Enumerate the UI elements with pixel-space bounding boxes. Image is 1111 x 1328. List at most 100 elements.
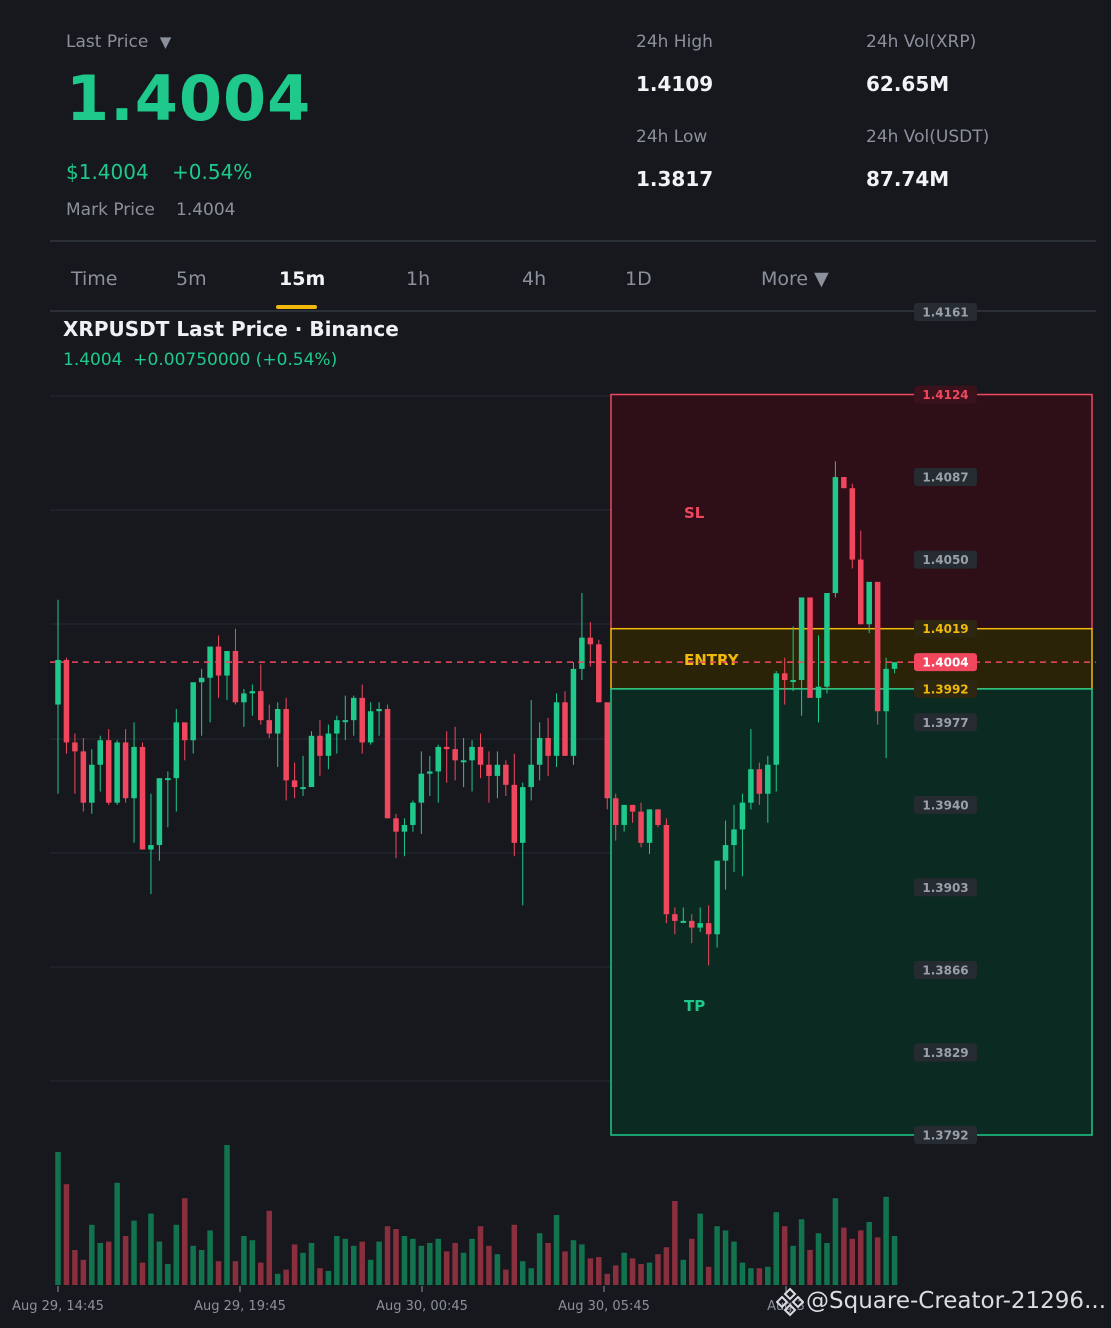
candle-body (832, 477, 839, 594)
candle-body (790, 680, 796, 683)
volume-bar (629, 1258, 636, 1285)
candle-body (334, 720, 340, 734)
candle-body (156, 778, 163, 846)
volume-bar (258, 1262, 264, 1285)
volume-bar (198, 1250, 205, 1285)
candle-body (300, 787, 306, 790)
volume-bar (122, 1236, 129, 1285)
x-tick-label: Aug 29, 19:45 (194, 1299, 286, 1314)
candle-body (858, 559, 864, 625)
candle-body (173, 722, 180, 779)
volume-bar (511, 1224, 518, 1285)
y-tick-label: 1.3903 (922, 881, 968, 895)
candle-body (528, 764, 534, 788)
volume-bar (604, 1273, 610, 1285)
volume-bar (351, 1245, 357, 1285)
candle-body (317, 735, 323, 756)
candle-body (714, 860, 720, 935)
candle-body (748, 769, 754, 803)
candle-body (503, 764, 509, 785)
volume-bar (570, 1240, 577, 1285)
candle-body (486, 764, 492, 776)
candle-body (367, 711, 374, 743)
candle-body (266, 720, 272, 734)
candle-body (63, 659, 70, 743)
entry-zone-label: ENTRY (684, 651, 740, 669)
y-tick-label: 1.3829 (922, 1046, 968, 1060)
volume-bar (689, 1238, 695, 1285)
candle-body (689, 920, 695, 928)
candle-body (655, 809, 661, 825)
volume-bar (207, 1230, 213, 1285)
candle-body (291, 780, 298, 788)
candle-body (536, 737, 543, 765)
volume-bar (72, 1250, 78, 1285)
volume-bar (849, 1238, 856, 1285)
y-tick-label: 1.3866 (922, 963, 968, 977)
volume-bar (545, 1243, 551, 1285)
candle-body (452, 749, 458, 761)
volume-bar (596, 1257, 602, 1285)
volume-bar (815, 1233, 822, 1285)
candle-body (190, 682, 196, 741)
volume-bar (80, 1259, 87, 1285)
volume-bar (646, 1262, 653, 1285)
volume-bar (536, 1233, 543, 1285)
candle-body (587, 637, 594, 645)
volume-bar (283, 1269, 289, 1285)
volume-bar (266, 1210, 272, 1285)
candle-body (672, 914, 678, 921)
volume-bar (655, 1254, 661, 1285)
candle-body (646, 809, 653, 843)
candle-body (182, 722, 188, 741)
candle-body (562, 702, 568, 756)
candle-body (232, 651, 239, 703)
candle-body (351, 697, 357, 721)
x-tick-label: Aug 30, 05:45 (558, 1299, 650, 1314)
candle-body (105, 740, 112, 803)
watermark-text: @Square-Creator-21296... (806, 1288, 1106, 1314)
candle-body (198, 677, 205, 683)
volume-bar (621, 1252, 627, 1285)
volume-bar (579, 1244, 585, 1285)
volume-bar (410, 1238, 416, 1285)
candle-body (122, 742, 129, 799)
candle-body (165, 778, 171, 781)
volume-bar (883, 1196, 889, 1285)
candle-body (621, 804, 627, 825)
candle-body (781, 673, 788, 681)
candle-body (891, 662, 898, 669)
candle-body (418, 773, 425, 803)
candle-body (359, 697, 365, 743)
volume-bar (765, 1266, 771, 1285)
volume-bar (173, 1224, 180, 1285)
volume-bar (274, 1273, 281, 1285)
volume-bar (756, 1268, 763, 1285)
volume-bar (105, 1241, 112, 1285)
volume-bar (334, 1236, 340, 1285)
candle-body (427, 771, 433, 774)
candle-body (579, 637, 585, 669)
volume-bar (401, 1236, 408, 1285)
candle-body (401, 824, 408, 832)
candle-body (342, 720, 349, 723)
volume-bar (131, 1220, 137, 1285)
candle-body (224, 651, 230, 676)
y-tick-label: 1.3792 (922, 1129, 968, 1143)
candle-body (477, 746, 484, 765)
volume-bar (705, 1266, 712, 1285)
volume-bar (435, 1238, 441, 1285)
candle-body (494, 764, 501, 776)
candle-body (520, 787, 526, 843)
volume-bar (798, 1219, 805, 1285)
candle-body (596, 644, 602, 703)
candlestick-chart[interactable]: SL ENTRY TP 1.4161 1.4087 1.4050 1.4019 1.4004 1… (0, 0, 1111, 1328)
volume-bar (553, 1215, 560, 1285)
volume-bar (97, 1243, 103, 1285)
volume-bar (663, 1247, 670, 1285)
candle-body (511, 784, 518, 843)
candle-body (874, 581, 881, 712)
volume-bar (376, 1241, 382, 1285)
candle-body (798, 597, 805, 681)
y-tick-label: 1.3992 (922, 682, 968, 696)
